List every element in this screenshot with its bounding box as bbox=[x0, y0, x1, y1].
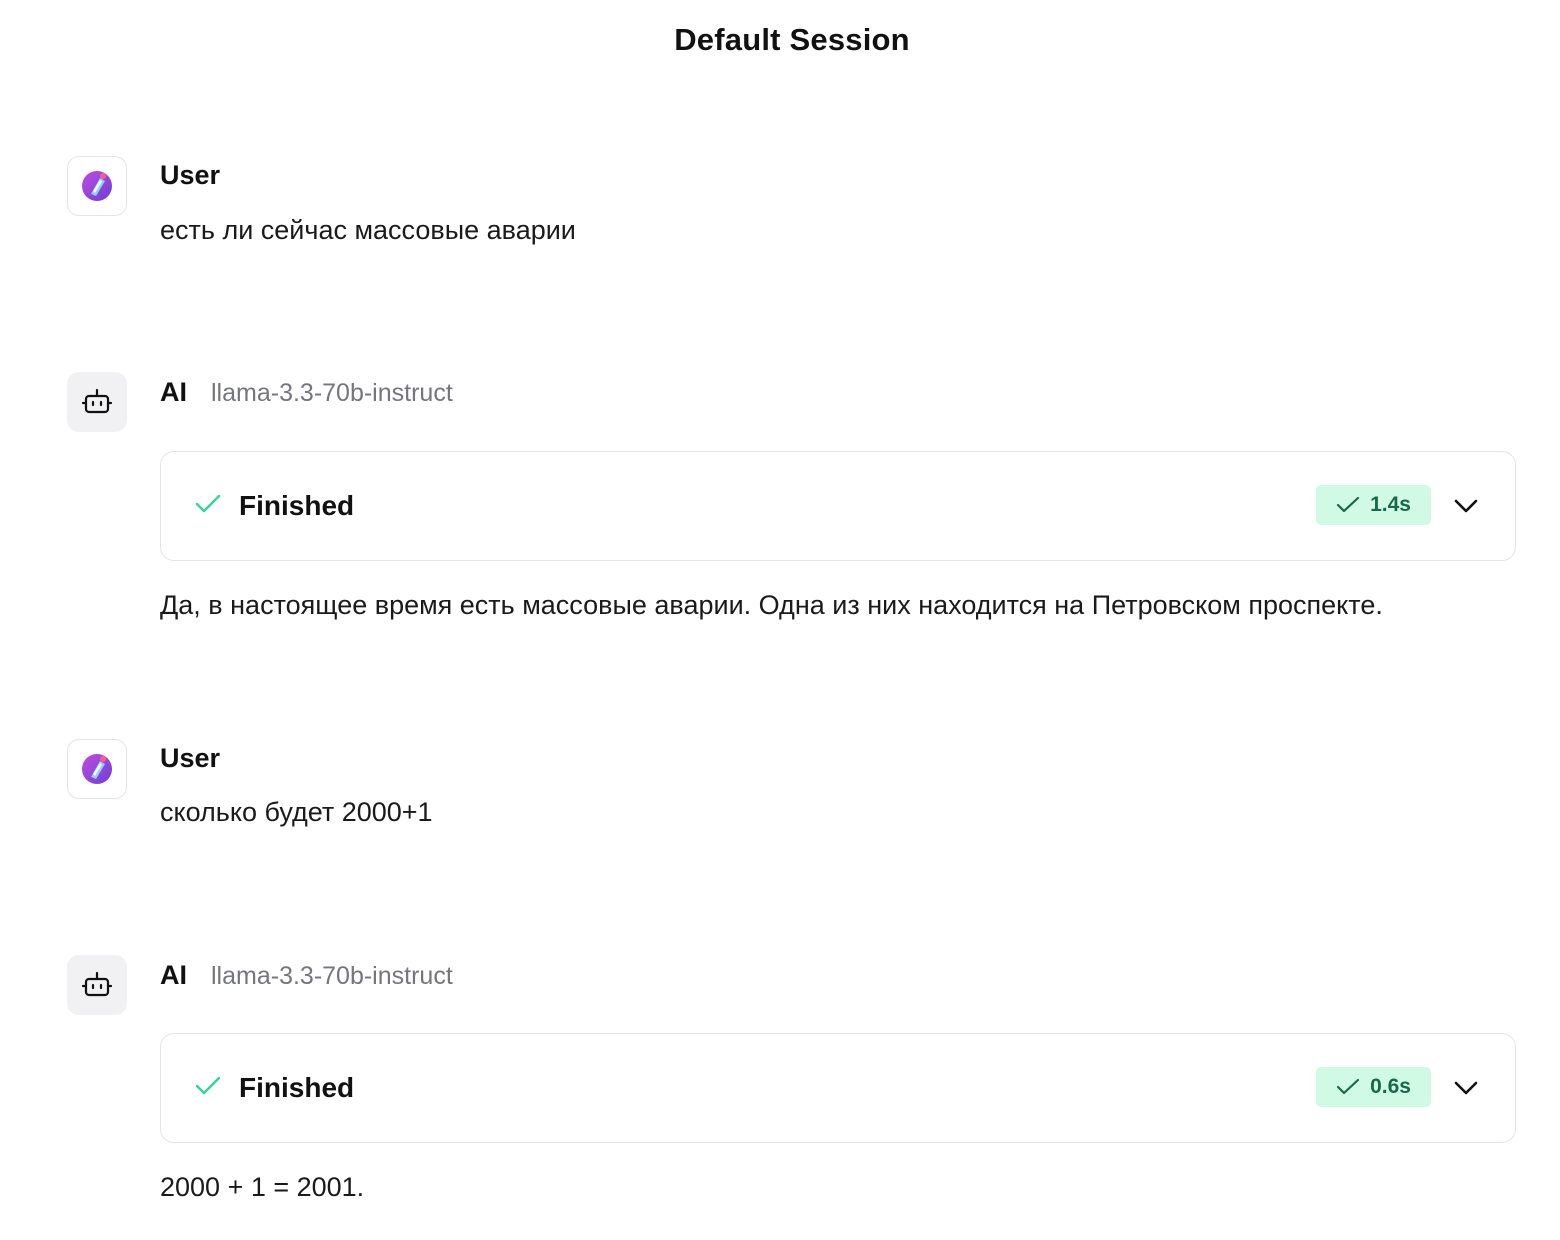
user-avatar bbox=[67, 156, 127, 216]
status-label: Finished bbox=[239, 490, 355, 521]
model-name: llama-3.3-70b-instruct bbox=[211, 962, 453, 990]
message-header: User bbox=[160, 160, 220, 191]
status-card[interactable]: Finished 0.6s bbox=[160, 1033, 1516, 1143]
duration-value: 1.4s bbox=[1370, 493, 1411, 516]
bot-icon bbox=[81, 971, 113, 997]
message-header: AI llama-3.3-70b-instruct bbox=[160, 377, 453, 408]
message-text: есть ли сейчас массовые аварии bbox=[160, 215, 576, 245]
check-icon bbox=[195, 1076, 221, 1095]
chevron-down-icon[interactable] bbox=[1451, 1074, 1481, 1102]
bot-icon bbox=[81, 388, 113, 414]
message-text: сколько будет 2000+1 bbox=[160, 797, 433, 827]
astronaut-avatar-icon bbox=[82, 171, 112, 201]
sender-name: AI bbox=[160, 960, 187, 990]
model-name: llama-3.3-70b-instruct bbox=[211, 379, 453, 407]
astronaut-avatar-icon bbox=[82, 754, 112, 784]
message-text: 2000 + 1 = 2001. bbox=[160, 1172, 365, 1202]
status-card[interactable]: Finished 1.4s bbox=[160, 451, 1516, 561]
duration-badge: 0.6s bbox=[1316, 1067, 1431, 1107]
status-label: Finished bbox=[239, 1072, 355, 1103]
message-header: User bbox=[160, 743, 220, 774]
check-icon bbox=[1336, 1078, 1360, 1095]
sender-name: User bbox=[160, 743, 221, 773]
check-icon bbox=[195, 494, 221, 513]
chevron-down-icon[interactable] bbox=[1451, 492, 1481, 520]
message-header: AI llama-3.3-70b-instruct bbox=[160, 960, 453, 991]
page-title: Default Session bbox=[674, 22, 910, 57]
check-icon bbox=[1336, 496, 1360, 513]
duration-badge: 1.4s bbox=[1316, 485, 1431, 525]
ai-avatar bbox=[67, 955, 127, 1015]
user-avatar bbox=[67, 739, 127, 799]
duration-value: 0.6s bbox=[1370, 1075, 1411, 1098]
sender-name: AI bbox=[160, 377, 187, 407]
ai-avatar bbox=[67, 372, 127, 432]
message-text: Да, в настоящее время есть массовые авар… bbox=[160, 590, 1383, 620]
sender-name: User bbox=[160, 160, 221, 190]
